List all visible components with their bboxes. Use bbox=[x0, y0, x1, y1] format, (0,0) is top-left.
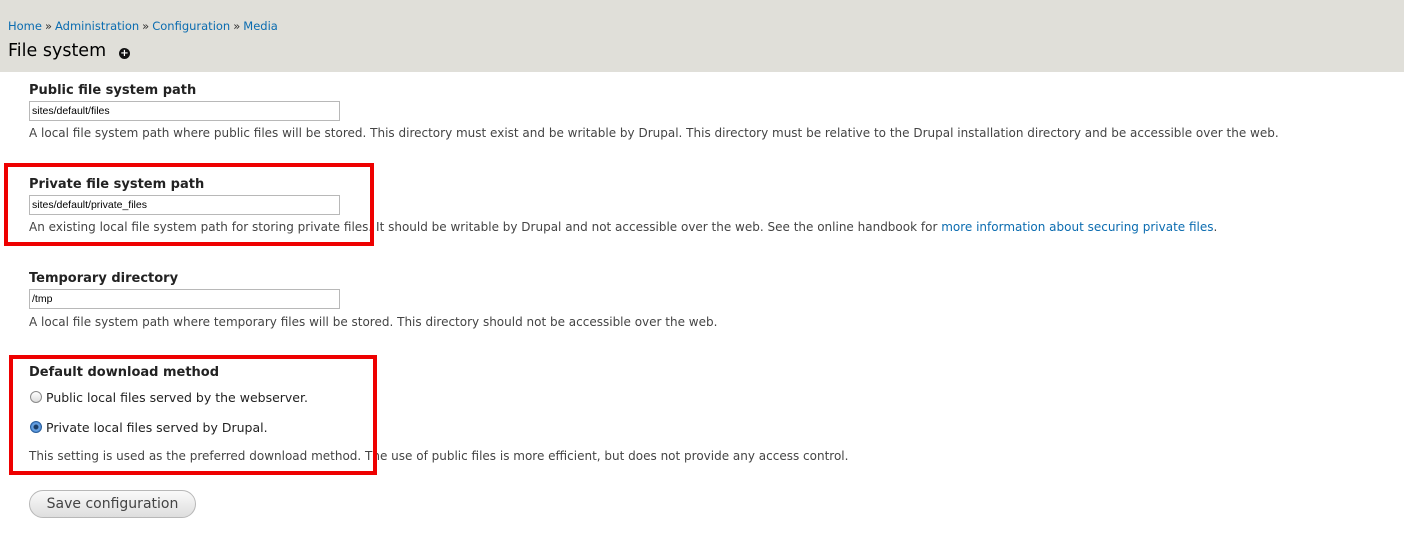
save-configuration-button[interactable]: Save configuration bbox=[29, 490, 196, 518]
breadcrumb-home[interactable]: Home bbox=[8, 19, 42, 33]
page-header: Home» Administration» Configuration» Media … bbox=[0, 0, 1404, 72]
breadcrumb-administration[interactable]: Administration bbox=[55, 19, 139, 33]
temporary-directory-input[interactable]: /tmp bbox=[29, 289, 340, 309]
breadcrumb-separator: » bbox=[142, 19, 150, 33]
temporary-directory-description: A local file system path where temporary… bbox=[29, 315, 718, 329]
public-path-input[interactable]: sites/default/files bbox=[29, 101, 340, 121]
page-title: File system bbox=[8, 41, 107, 61]
breadcrumb-separator: » bbox=[44, 19, 53, 33]
breadcrumb: Home» Administration» Configuration» Media bbox=[8, 19, 278, 33]
highlight-box-private-path bbox=[4, 163, 374, 246]
highlight-box-download-method bbox=[9, 355, 377, 475]
breadcrumb-media[interactable]: Media bbox=[243, 19, 278, 33]
temporary-directory-label: Temporary directory bbox=[29, 271, 179, 286]
breadcrumb-configuration[interactable]: Configuration bbox=[152, 19, 230, 33]
add-shortcut-plus-icon[interactable]: + bbox=[119, 48, 130, 59]
private-path-description-end: . bbox=[1213, 220, 1218, 234]
breadcrumb-separator: » bbox=[233, 19, 241, 33]
public-path-label: Public file system path bbox=[29, 83, 197, 98]
securing-private-files-link[interactable]: more information about securing private … bbox=[941, 220, 1213, 234]
public-path-description: A local file system path where public fi… bbox=[29, 126, 1279, 140]
